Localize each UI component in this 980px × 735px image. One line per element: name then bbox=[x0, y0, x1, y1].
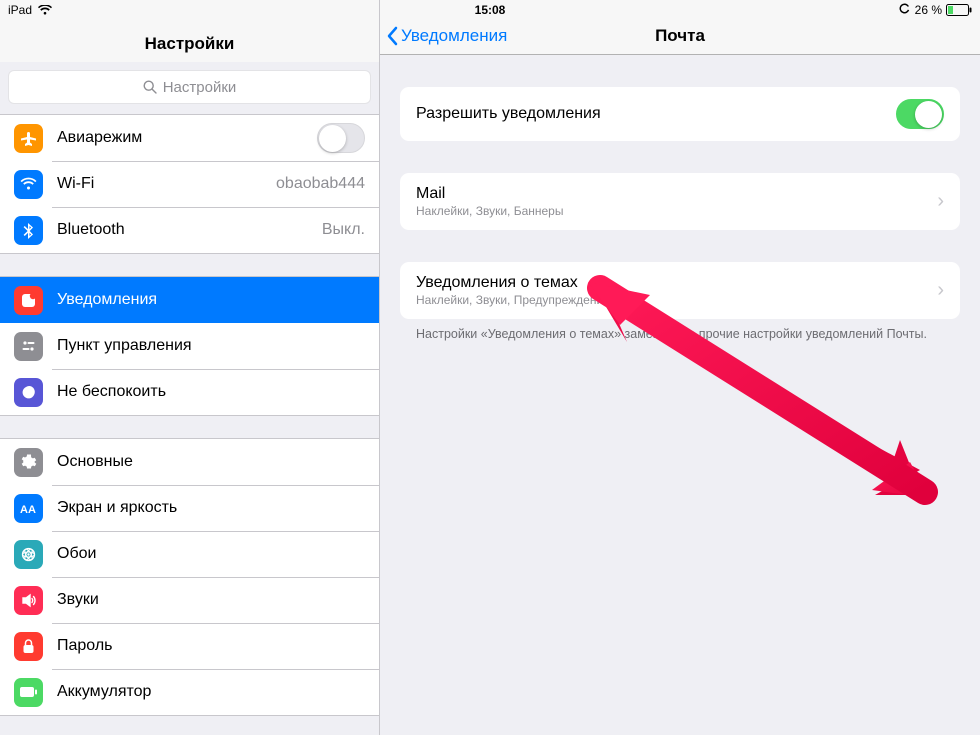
bluetooth-icon bbox=[14, 216, 43, 245]
sidebar-item-battery[interactable]: Аккумулятор bbox=[0, 669, 379, 715]
sidebar-item-label: Wi-Fi bbox=[57, 175, 276, 193]
cell-subtitle: Наклейки, Звуки, Баннеры bbox=[416, 204, 937, 218]
wifi-settings-icon bbox=[14, 170, 43, 199]
sidebar-item-wifi[interactable]: Wi-Fi obaobab444 bbox=[0, 161, 379, 207]
sidebar-item-label: Не беспокоить bbox=[57, 383, 365, 401]
sidebar-item-value: Выкл. bbox=[322, 221, 365, 239]
battery-icon bbox=[946, 4, 972, 16]
sidebar-item-label: Аккумулятор bbox=[57, 683, 365, 701]
airplane-toggle[interactable] bbox=[317, 123, 365, 153]
sidebar-item-label: Уведомления bbox=[57, 291, 365, 309]
cell-allow-notifications[interactable]: Разрешить уведомления bbox=[400, 87, 960, 141]
sidebar-item-value: obaobab444 bbox=[276, 175, 365, 193]
battery-settings-icon bbox=[14, 678, 43, 707]
status-time: 15:08 bbox=[475, 3, 506, 17]
sidebar-item-label: Пароль bbox=[57, 637, 365, 655]
sidebar-item-notifications[interactable]: Уведомления bbox=[0, 277, 379, 323]
dnd-icon bbox=[14, 378, 43, 407]
sidebar-item-label: Звуки bbox=[57, 591, 365, 609]
allow-toggle[interactable] bbox=[896, 99, 944, 129]
sidebar-item-passcode[interactable]: Пароль bbox=[0, 623, 379, 669]
sidebar-item-sounds[interactable]: Звуки bbox=[0, 577, 379, 623]
sidebar-title: Настройки bbox=[0, 24, 379, 62]
controlcenter-icon bbox=[14, 332, 43, 361]
section-allow: Разрешить уведомления bbox=[400, 87, 960, 141]
section-footer: Настройки «Уведомления о темах» заменят … bbox=[400, 319, 960, 343]
sidebar-item-general[interactable]: Основные bbox=[0, 439, 379, 485]
cell-title: Mail bbox=[416, 185, 937, 203]
sidebar-item-label: Bluetooth bbox=[57, 221, 322, 239]
sidebar-item-label: Основные bbox=[57, 453, 365, 471]
sidebar-item-controlcenter[interactable]: Пункт управления bbox=[0, 323, 379, 369]
sidebar-item-display[interactable]: AA Экран и яркость bbox=[0, 485, 379, 531]
sync-icon bbox=[898, 2, 911, 18]
airplane-icon bbox=[14, 124, 43, 153]
sidebar-item-bluetooth[interactable]: Bluetooth Выкл. bbox=[0, 207, 379, 253]
section-thread: Уведомления о темах Наклейки, Звуки, Пре… bbox=[400, 262, 960, 319]
sidebar-item-label: Обои bbox=[57, 545, 365, 563]
search-placeholder: Настройки bbox=[163, 79, 237, 96]
cell-subtitle: Наклейки, Звуки, Предупреждения bbox=[416, 293, 937, 307]
sidebar-item-airplane[interactable]: Авиарежим bbox=[0, 115, 379, 161]
passcode-icon bbox=[14, 632, 43, 661]
gear-icon bbox=[14, 448, 43, 477]
battery-pct: 26 % bbox=[915, 3, 942, 17]
cell-thread-notifications[interactable]: Уведомления о темах Наклейки, Звуки, Пре… bbox=[400, 262, 960, 319]
sidebar-item-label: Пункт управления bbox=[57, 337, 365, 355]
page-title: Почта bbox=[655, 26, 705, 46]
sidebar-group: Авиарежим Wi-Fi obaobab444 Bluetooth Вык… bbox=[0, 114, 379, 254]
back-label: Уведомления bbox=[401, 26, 507, 46]
display-icon: AA bbox=[14, 494, 43, 523]
search-icon bbox=[143, 80, 157, 94]
svg-text:AA: AA bbox=[20, 504, 36, 516]
search-input[interactable]: Настройки bbox=[8, 70, 371, 104]
cell-mail-account[interactable]: Mail Наклейки, Звуки, Баннеры › bbox=[400, 173, 960, 230]
allow-label: Разрешить уведомления bbox=[416, 105, 896, 123]
chevron-left-icon bbox=[386, 26, 398, 46]
back-button[interactable]: Уведомления bbox=[380, 26, 507, 46]
section-accounts: Mail Наклейки, Звуки, Баннеры › bbox=[400, 173, 960, 230]
status-device: iPad bbox=[8, 3, 32, 17]
status-bar: iPad 15:08 26 % bbox=[0, 0, 980, 20]
sidebar: Настройки Настройки Авиарежим Wi-Fi obao… bbox=[0, 0, 380, 735]
sidebar-item-label: Авиарежим bbox=[57, 129, 317, 147]
main-panel: Уведомления Почта Разрешить уведомления … bbox=[380, 0, 980, 735]
cell-title: Уведомления о темах bbox=[416, 274, 937, 292]
sidebar-item-dnd[interactable]: Не беспокоить bbox=[0, 369, 379, 415]
sidebar-group: Уведомления Пункт управления Не беспокои… bbox=[0, 276, 379, 416]
wifi-icon bbox=[38, 5, 52, 15]
sidebar-item-label: Экран и яркость bbox=[57, 499, 365, 517]
wallpaper-icon bbox=[14, 540, 43, 569]
chevron-right-icon: › bbox=[937, 190, 944, 213]
sidebar-group: Основные AA Экран и яркость Обои Звуки П… bbox=[0, 438, 379, 716]
sidebar-item-wallpaper[interactable]: Обои bbox=[0, 531, 379, 577]
chevron-right-icon: › bbox=[937, 279, 944, 302]
notifications-icon bbox=[14, 286, 43, 315]
sounds-icon bbox=[14, 586, 43, 615]
